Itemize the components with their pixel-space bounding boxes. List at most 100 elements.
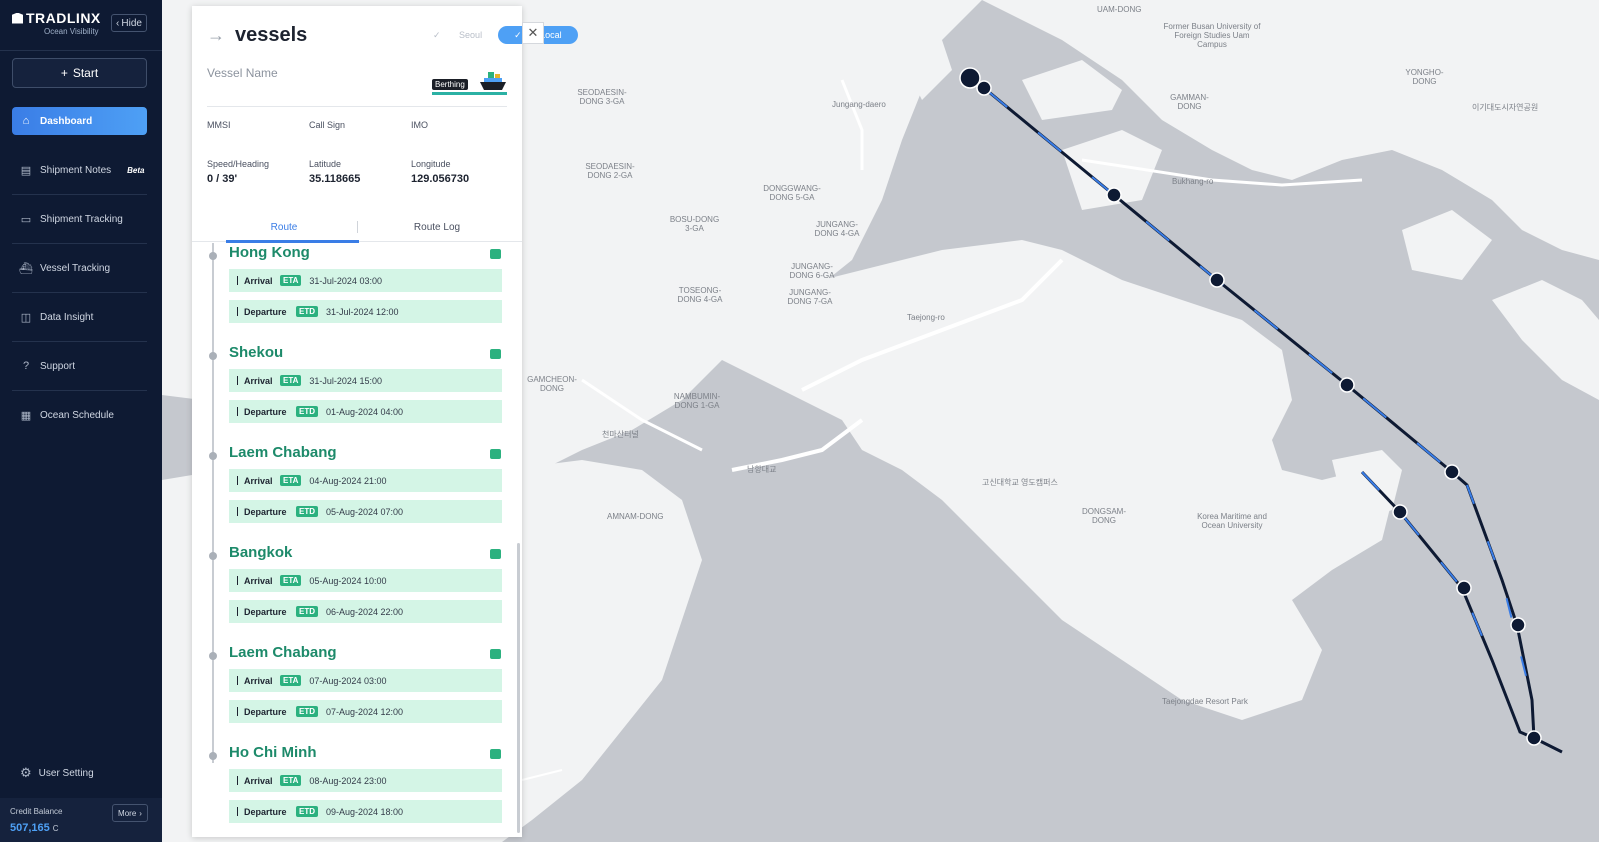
list-item: Laem Chabang Arrival ETA 04-Aug-2024 21:00… (192, 443, 512, 541)
port-icon[interactable] (490, 449, 501, 459)
port-icon[interactable] (490, 349, 501, 359)
arrival-time: 31-Jul-2024 15:00 (309, 375, 382, 386)
sidebar-item-support[interactable]: ? Support (12, 352, 147, 380)
sidebar-item-shipment-notes[interactable]: ▤ Shipment Notes Beta (12, 156, 147, 184)
map-label: Korea Maritime and Ocean University (1197, 512, 1267, 530)
map-label: Taejongdae Resort Park (1162, 697, 1248, 706)
sidebar-item-label: Ocean Schedule (40, 409, 114, 421)
status-badge: Berthing (432, 79, 468, 90)
latitude-label: Latitude (309, 159, 342, 169)
sidebar-item-label: Dashboard (40, 115, 93, 127)
port-name: Shekou (229, 344, 284, 361)
sidebar-item-dashboard[interactable]: ⌂ Dashboard (12, 107, 147, 135)
arrival-label: Arrival (244, 275, 273, 286)
latitude-value: 35.118665 (309, 173, 361, 185)
etd-badge: ETD (296, 506, 318, 517)
eta-badge: ETA (280, 275, 302, 286)
map-label: SEODAESIN-DONG 3-GA (577, 88, 627, 106)
vessel-name-label: Vessel Name (207, 66, 278, 80)
sidebar-item-shipment-tracking[interactable]: ▭ Shipment Tracking (12, 205, 147, 233)
scrollbar[interactable] (517, 543, 520, 833)
departure-row: Departure ETD 09-Aug-2024 18:00 (229, 800, 502, 823)
notes-icon: ▤ (20, 164, 32, 177)
timeline-dot (209, 452, 217, 460)
sidebar-item-vessel-tracking[interactable]: ⛴ Vessel Tracking (12, 254, 147, 282)
mmsi-label: MMSI (207, 120, 231, 130)
start-button[interactable]: + Start (12, 58, 147, 88)
timezone-toggle: ✓ Seoul ✓ Local (417, 26, 578, 44)
map-label: GAMMAN-DONG (1170, 93, 1209, 111)
map-label: JUNGANG-DONG 4-GA (814, 220, 860, 238)
port-icon[interactable] (490, 749, 501, 759)
credit-amount: 507,165 (10, 822, 50, 834)
divider (12, 243, 147, 244)
departure-label: Departure (244, 706, 287, 717)
map-label: AMNAM-DONG (607, 512, 664, 521)
etd-badge: ETD (296, 806, 318, 817)
user-setting-button[interactable]: ⚙ User Setting (12, 764, 94, 782)
chart-icon: ◫ (20, 311, 32, 324)
brand-subtitle: Ocean Visibility (44, 27, 99, 36)
ship-icon (480, 72, 506, 90)
arrow-right-icon[interactable]: → (207, 25, 225, 46)
imo-label: IMO (411, 120, 428, 130)
arrival-label: Arrival (244, 475, 273, 486)
departure-time: 01-Aug-2024 04:00 (326, 406, 404, 417)
divider (12, 194, 147, 195)
arrival-row: Arrival ETA 04-Aug-2024 21:00 (229, 469, 502, 492)
port-name: Laem Chabang (229, 444, 337, 461)
divider (207, 106, 507, 107)
map-label: UAM-DONG (1097, 5, 1142, 14)
divider (12, 341, 147, 342)
eta-badge: ETA (280, 675, 302, 686)
route-list[interactable]: Hong Kong Arrival ETA 31-Jul-2024 03:00 De… (192, 243, 522, 837)
sidebar: TRADLINX Ocean Visibility ‹ Hide + Start… (0, 0, 162, 842)
timeline-dot (209, 752, 217, 760)
map-label: Taejong-ro (907, 313, 945, 322)
port-icon[interactable] (490, 549, 501, 559)
gear-icon: ⚙ (20, 765, 32, 780)
departure-row: Departure ETD 07-Aug-2024 12:00 (229, 700, 502, 723)
sidebar-item-data-insight[interactable]: ◫ Data Insight (12, 303, 147, 331)
departure-label: Departure (244, 306, 287, 317)
question-icon: ? (22, 360, 30, 372)
divider (12, 390, 147, 391)
credit-balance: Credit Balance 507,165 C More › (0, 798, 162, 842)
close-icon: ✕ (527, 25, 539, 40)
eta-badge: ETA (280, 775, 302, 786)
tab-route[interactable]: Route (209, 212, 359, 243)
timeline-dot (209, 652, 217, 660)
more-button[interactable]: More › (112, 804, 148, 822)
port-icon[interactable] (490, 249, 501, 259)
start-label: Start (72, 66, 99, 80)
timeline-dot (209, 552, 217, 560)
port-name: Ho Chi Minh (229, 744, 317, 761)
tab-divider (357, 221, 358, 233)
status-bar (432, 92, 507, 95)
brand-logo[interactable]: TRADLINX Ocean Visibility (12, 10, 102, 38)
map-label: Jungang-daero (832, 100, 886, 109)
departure-label: Departure (244, 506, 287, 517)
map-label: 천마산터널 (602, 430, 639, 439)
list-item: Bangkok Arrival ETA 05-Aug-2024 10:00 Depa… (192, 543, 512, 641)
departure-time: 05-Aug-2024 07:00 (326, 506, 404, 517)
sidebar-item-label: Shipment Notes (40, 164, 112, 176)
tz-seoul-button[interactable]: ✓ Seoul (417, 26, 498, 44)
close-panel-button[interactable]: ✕ (522, 22, 544, 44)
tab-route-log[interactable]: Route Log (362, 212, 512, 242)
arrival-row: Arrival ETA 31-Jul-2024 15:00 (229, 369, 502, 392)
panel-title: vessels (235, 24, 308, 46)
arrival-label: Arrival (244, 775, 273, 786)
callsign-label: Call Sign (309, 120, 346, 130)
map-label: JUNGANG-DONG 7-GA (787, 288, 833, 306)
panel-tabs: Route Route Log (192, 212, 522, 243)
hide-label: Hide (121, 17, 142, 29)
arrival-label: Arrival (244, 575, 273, 586)
sidebar-item-ocean-schedule[interactable]: ▦ Ocean Schedule (12, 401, 147, 429)
sidebar-item-label: Data Insight (40, 311, 94, 323)
credit-label: Credit Balance (10, 807, 63, 816)
hide-sidebar-button[interactable]: ‹ Hide (111, 14, 147, 32)
port-icon[interactable] (490, 649, 501, 659)
vessel-status: Berthing (432, 70, 507, 96)
arrival-time: 31-Jul-2024 03:00 (309, 275, 382, 286)
